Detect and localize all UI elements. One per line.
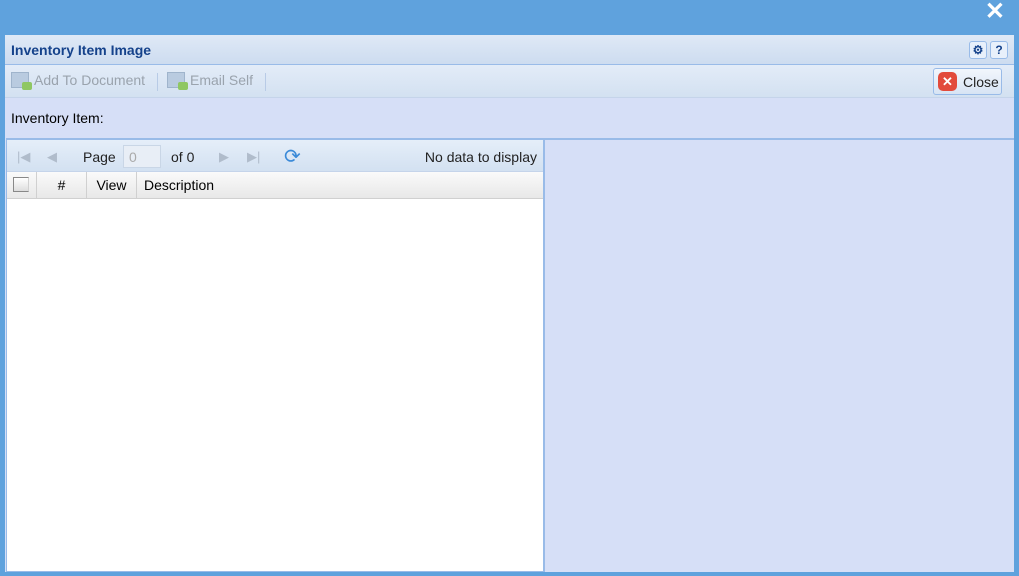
page-label: Page: [83, 149, 116, 165]
pager: |◀ ◀ Page 0 of 0 ▶ ▶| ⟳ No data to displ…: [7, 140, 543, 172]
email-icon: [167, 72, 188, 90]
email-self-button[interactable]: Email Self: [167, 72, 254, 90]
add-label: Add To Document: [34, 72, 146, 88]
close-label: Close: [963, 73, 999, 90]
first-page-icon[interactable]: |◀: [17, 149, 30, 165]
dialog: Inventory Item Image ⚙ ? Add To Document…: [5, 35, 1014, 572]
select-all-checkbox[interactable]: [7, 172, 37, 198]
email-label: Email Self: [190, 72, 254, 88]
add-to-document-button[interactable]: Add To Document: [11, 72, 146, 90]
window-close-icon[interactable]: ✕: [985, 0, 1005, 24]
inventory-item-label: Inventory Item:: [11, 110, 104, 126]
close-button[interactable]: ✕ Close: [933, 68, 1002, 95]
gear-icon[interactable]: ⚙: [969, 41, 987, 59]
next-page-icon[interactable]: ▶: [219, 149, 229, 165]
divider: [157, 73, 158, 91]
divider: [265, 73, 266, 91]
grid-header: # View Description: [7, 172, 543, 199]
col-number[interactable]: #: [37, 172, 87, 198]
add-document-icon: [11, 72, 32, 90]
col-view[interactable]: View: [87, 172, 137, 198]
close-icon: ✕: [938, 72, 957, 91]
dialog-title: Inventory Item Image: [11, 42, 152, 58]
prev-page-icon[interactable]: ◀: [47, 149, 57, 165]
col-description[interactable]: Description: [137, 172, 543, 198]
image-grid: |◀ ◀ Page 0 of 0 ▶ ▶| ⟳ No data to displ…: [6, 138, 544, 572]
page-input[interactable]: 0: [123, 145, 161, 168]
help-icon[interactable]: ?: [990, 41, 1008, 59]
refresh-icon[interactable]: ⟳: [284, 144, 301, 169]
image-preview-panel: [544, 138, 1014, 572]
last-page-icon[interactable]: ▶|: [247, 149, 260, 165]
page-count: of 0: [171, 149, 195, 165]
pager-status: No data to display: [424, 149, 537, 165]
toolbar: Add To Document Email Self ✕ Close: [5, 65, 1014, 98]
dialog-header: Inventory Item Image ⚙ ?: [5, 35, 1014, 65]
